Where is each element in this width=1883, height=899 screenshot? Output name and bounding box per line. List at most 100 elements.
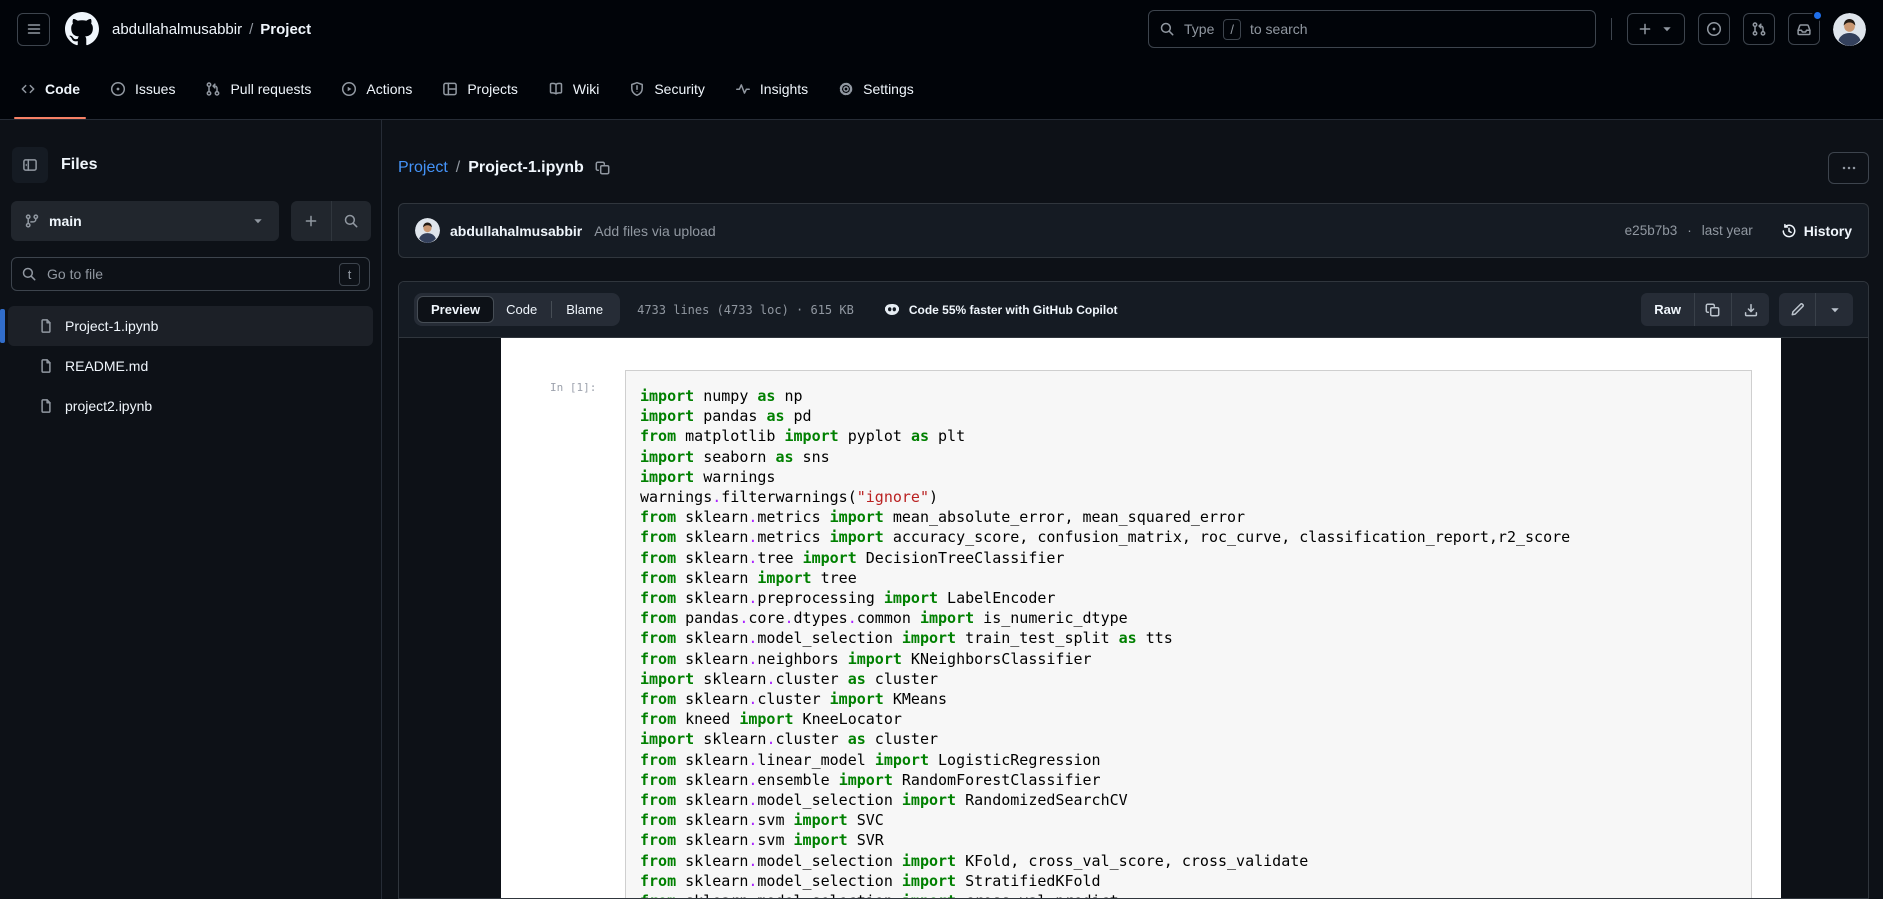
user-avatar-button[interactable] xyxy=(1833,12,1866,46)
goto-file-input[interactable] xyxy=(45,265,331,283)
table-icon xyxy=(442,81,458,97)
nav-tab-projects[interactable]: Projects xyxy=(427,58,533,119)
download-icon xyxy=(1743,302,1759,318)
latest-commit-bar: abdullahalmusabbir Add files via upload … xyxy=(398,203,1869,258)
commit-message-link[interactable]: Add files via upload xyxy=(594,223,715,239)
breadcrumb-owner-link[interactable]: abdullahalmusabbir xyxy=(112,21,242,38)
copilot-banner[interactable]: Code 55% faster with GitHub Copilot xyxy=(884,302,1118,318)
pull-requests-button[interactable] xyxy=(1743,13,1775,45)
nav-tab-label: Projects xyxy=(467,80,518,97)
raw-button[interactable]: Raw xyxy=(1641,293,1695,326)
file-tree-item[interactable]: README.md xyxy=(8,346,373,386)
notebook-preview: In [1]: import numpy as np import pandas … xyxy=(399,338,1868,898)
commit-author-avatar[interactable] xyxy=(415,218,440,243)
graph-icon xyxy=(735,81,751,97)
edit-actions-group xyxy=(1779,293,1853,326)
play-icon xyxy=(341,81,357,97)
search-placeholder-suffix: to search xyxy=(1249,21,1308,37)
copy-raw-button[interactable] xyxy=(1695,293,1732,326)
github-app: abdullahalmusabbir / Project Type / to s… xyxy=(0,0,1883,899)
file-view: Preview Code Blame 4733 lines (4733 loc) ·… xyxy=(398,281,1869,899)
nav-tab-label: Code xyxy=(45,80,80,97)
hamburger-menu-button[interactable] xyxy=(17,12,50,46)
copy-path-button[interactable] xyxy=(595,160,611,176)
book-icon xyxy=(548,81,564,97)
nav-tab-wiki[interactable]: Wiki xyxy=(533,58,614,119)
commit-author-image xyxy=(415,218,440,243)
nav-tab-insights[interactable]: Insights xyxy=(720,58,823,119)
collapse-file-tree-button[interactable] xyxy=(12,147,48,183)
code-line: warnings.filterwarnings("ignore") xyxy=(640,488,939,507)
plus-icon xyxy=(1637,21,1653,37)
nav-tab-code[interactable]: Code xyxy=(5,58,95,119)
branch-name: main xyxy=(49,213,82,229)
search-placeholder-prefix: Type xyxy=(1184,21,1215,37)
more-options-button[interactable] xyxy=(1828,152,1869,184)
github-logo[interactable] xyxy=(65,12,99,46)
nav-tab-label: Issues xyxy=(135,80,176,97)
code-line: import warnings xyxy=(640,467,776,486)
breadcrumb-repo-link[interactable]: Project xyxy=(260,21,311,38)
code-icon xyxy=(20,81,36,97)
context-breadcrumb: abdullahalmusabbir / Project xyxy=(112,21,311,38)
code-line: from sklearn.metrics import mean_absolut… xyxy=(640,508,1246,527)
edit-dropdown-button[interactable] xyxy=(1816,293,1853,326)
branch-selector[interactable]: main xyxy=(11,201,279,241)
issue-opened-icon xyxy=(1706,21,1722,37)
code-line: from sklearn.neighbors import KNeighbors… xyxy=(640,649,1092,668)
commit-sha-link[interactable]: e25b7b3 xyxy=(1625,223,1678,238)
copilot-text: Code 55% faster with GitHub Copilot xyxy=(908,302,1118,317)
nav-tab-pull-requests[interactable]: Pull requests xyxy=(190,58,326,119)
copy-icon xyxy=(595,160,611,176)
download-raw-button[interactable] xyxy=(1732,293,1769,326)
nav-tab-actions[interactable]: Actions xyxy=(326,58,427,119)
copilot-icon xyxy=(884,302,900,318)
file-name: README.md xyxy=(65,358,149,374)
view-tab-preview[interactable]: Preview xyxy=(418,297,494,322)
branch-row: main xyxy=(11,201,371,241)
raw-actions-group: Raw xyxy=(1641,293,1769,326)
code-line: from sklearn.cluster import KMeans xyxy=(640,690,948,709)
search-icon xyxy=(21,266,37,282)
nav-tab-label: Insights xyxy=(759,80,809,97)
search-icon xyxy=(343,213,359,229)
pr-icon xyxy=(205,81,221,97)
code-block: import numpy as np import pandas as pd fro… xyxy=(640,386,1751,898)
nav-tab-settings[interactable]: Settings xyxy=(823,58,929,119)
create-new-button[interactable] xyxy=(1627,13,1685,45)
files-header: Files xyxy=(0,146,381,184)
edit-file-button[interactable] xyxy=(1779,293,1816,326)
code-line: from sklearn.svm import SVC xyxy=(640,811,884,830)
view-tab-blame[interactable]: Blame xyxy=(553,297,616,322)
code-line: from sklearn.linear_model import Logisti… xyxy=(640,750,1101,769)
file-icon xyxy=(38,398,54,414)
nav-tab-security[interactable]: Security xyxy=(614,58,720,119)
file-tree-item[interactable]: Project-1.ipynb xyxy=(0,306,373,346)
code-line: import sklearn.cluster as cluster xyxy=(640,730,939,749)
breadcrumb-repo-root-link[interactable]: Project xyxy=(398,159,448,177)
file-breadcrumb: Project / Project-1.ipynb xyxy=(398,159,611,177)
view-tab-code[interactable]: Code xyxy=(493,297,550,322)
copy-icon xyxy=(1705,302,1721,318)
code-line: import pandas as pd xyxy=(640,407,812,426)
nav-tab-label: Pull requests xyxy=(230,80,312,97)
caret-down-icon xyxy=(1659,21,1675,37)
t-key-hint: t xyxy=(339,262,360,286)
plus-icon xyxy=(303,213,319,229)
commit-time: last year xyxy=(1701,223,1753,238)
search-this-repo-button[interactable] xyxy=(332,201,372,241)
code-line: from sklearn.model_selection import Stra… xyxy=(640,871,1101,890)
add-file-button[interactable] xyxy=(291,201,332,241)
commit-meta-separator: · xyxy=(1687,223,1692,238)
commit-author-link[interactable]: abdullahalmusabbir xyxy=(450,223,582,239)
notification-dot xyxy=(1812,10,1823,21)
global-search-input[interactable]: Type / to search xyxy=(1148,10,1596,48)
inbox-button[interactable] xyxy=(1788,10,1823,45)
nav-tab-issues[interactable]: Issues xyxy=(95,58,190,119)
code-line: from sklearn.preprocessing import LabelE… xyxy=(640,589,1056,608)
file-tree-item[interactable]: project2.ipynb xyxy=(8,386,373,426)
history-button[interactable]: History xyxy=(1781,223,1852,239)
code-line: from pandas.core.dtypes.common import is… xyxy=(640,609,1128,628)
issues-button[interactable] xyxy=(1698,13,1730,45)
file-tree: Project-1.ipynb README.md project2.ipynb xyxy=(0,306,381,426)
